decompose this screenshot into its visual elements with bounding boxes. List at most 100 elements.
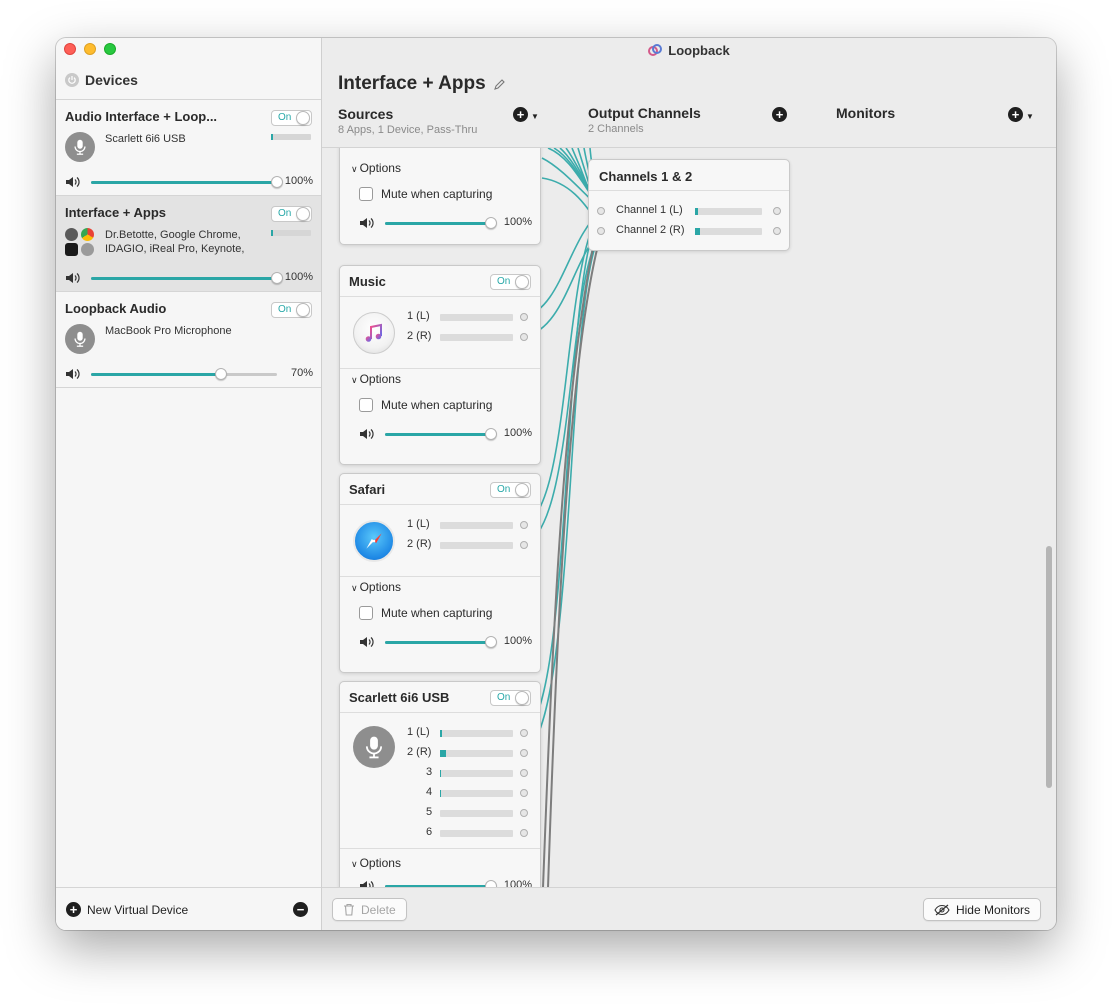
pencil-icon[interactable] — [493, 78, 506, 90]
chevron-down-icon[interactable]: ▼ — [1026, 112, 1034, 121]
volume-slider-knob[interactable] — [215, 368, 228, 380]
options-disclosure[interactable]: ∨ Options — [351, 161, 401, 175]
channel-label: 4 — [426, 786, 433, 798]
channel-row: 2 (R) — [400, 538, 530, 552]
zoom-window-button[interactable] — [104, 43, 116, 55]
volume-slider-knob[interactable] — [485, 880, 497, 887]
delete-label: Delete — [361, 902, 396, 917]
channel-output-port[interactable] — [520, 749, 528, 757]
channel-output-port[interactable] — [520, 729, 528, 737]
channel-output-port[interactable] — [520, 789, 528, 797]
microphone-icon — [353, 726, 395, 768]
channel-input-port[interactable] — [597, 227, 605, 235]
channel-row: 2 (R) — [400, 330, 530, 344]
volume-percent: 100% — [503, 879, 532, 887]
volume-slider[interactable] — [385, 636, 497, 648]
add-source-button[interactable]: + — [513, 107, 528, 122]
channel-row: 5 — [400, 806, 530, 820]
add-output-channel-button[interactable]: + — [772, 107, 787, 122]
toggle-knob — [296, 303, 310, 317]
volume-row: 100% — [65, 174, 313, 190]
divider — [340, 712, 540, 713]
options-disclosure[interactable]: ∨ Options — [351, 372, 401, 386]
options-disclosure[interactable]: ∨ Options — [351, 856, 401, 870]
hide-monitors-button[interactable]: Hide Monitors — [922, 898, 1041, 921]
volume-slider[interactable] — [385, 217, 497, 229]
channel-level-bar — [440, 830, 513, 837]
sidebar: Devices Audio Interface + Loop... On Sca… — [56, 38, 322, 930]
channel-level-bar — [440, 790, 513, 797]
divider — [340, 576, 540, 577]
sidebar-footer: + New Virtual Device − — [56, 887, 321, 930]
chevron-down-icon[interactable]: ▼ — [531, 112, 539, 121]
minimize-window-button[interactable] — [84, 43, 96, 55]
microphone-icon — [65, 132, 95, 162]
mute-when-capturing-row[interactable]: Mute when capturing — [359, 187, 492, 201]
channel-level-bar — [440, 750, 513, 757]
toggle-label: On — [278, 304, 292, 315]
volume-slider[interactable] — [91, 272, 283, 284]
volume-slider[interactable] — [91, 368, 277, 380]
source-toggle[interactable]: On — [490, 274, 531, 290]
delete-button[interactable]: Delete — [332, 898, 407, 921]
mute-checkbox[interactable] — [359, 187, 373, 201]
source-toggle[interactable]: On — [490, 690, 531, 706]
channel-level-bar — [695, 208, 762, 215]
channel-output-port[interactable] — [520, 521, 528, 529]
volume-slider[interactable] — [385, 428, 497, 440]
volume-slider-knob[interactable] — [271, 176, 283, 188]
channel-output-port[interactable] — [520, 313, 528, 321]
volume-slider-fill — [91, 181, 277, 184]
volume-slider-fill — [385, 433, 491, 436]
channel-output-port[interactable] — [520, 333, 528, 341]
mute-when-capturing-row[interactable]: Mute when capturing — [359, 606, 492, 620]
volume-slider-knob[interactable] — [485, 636, 497, 648]
channel-label: 1 (L) — [407, 518, 430, 530]
close-window-button[interactable] — [64, 43, 76, 55]
remove-device-button[interactable]: − — [293, 902, 308, 917]
volume-slider[interactable] — [91, 176, 283, 188]
add-monitor-button[interactable]: + — [1008, 107, 1023, 122]
divider — [340, 848, 540, 849]
channel-output-port[interactable] — [520, 769, 528, 777]
vertical-scrollbar[interactable] — [1046, 546, 1052, 788]
betotte-app-icon — [65, 228, 78, 241]
level-meter — [271, 134, 311, 140]
volume-percent: 100% — [284, 175, 313, 187]
channel-input-port[interactable] — [597, 207, 605, 215]
device-toggle[interactable]: On — [271, 110, 312, 126]
device-item-loopback-audio[interactable]: Loopback Audio On MacBook Pro Microphone… — [56, 292, 321, 388]
mute-when-capturing-row[interactable]: Mute when capturing — [359, 398, 492, 412]
output-channel-row: Channel 2 (R) — [597, 224, 781, 238]
volume-slider-knob[interactable] — [485, 217, 497, 229]
devices-header: Devices — [65, 72, 138, 88]
channel-level-bar — [440, 334, 513, 341]
device-toggle[interactable]: On — [271, 302, 312, 318]
channel-output-port[interactable] — [773, 227, 781, 235]
mute-checkbox[interactable] — [359, 606, 373, 620]
channel-output-port[interactable] — [520, 829, 528, 837]
volume-slider-knob[interactable] — [485, 428, 497, 440]
device-subtitle: Scarlett 6i6 USB — [105, 133, 186, 145]
bottom-toolbar: Delete Hide Monitors — [322, 887, 1056, 930]
channel-output-port[interactable] — [520, 809, 528, 817]
volume-slider-fill — [91, 277, 277, 280]
channel-row: 6 — [400, 826, 530, 840]
mute-checkbox[interactable] — [359, 398, 373, 412]
device-item-audio-interface-loopback[interactable]: Audio Interface + Loop... On Scarlett 6i… — [56, 100, 321, 196]
device-item-interface-apps[interactable]: Interface + Apps On Dr.Betotte, Google C… — [56, 196, 321, 292]
channel-row: 3 — [400, 766, 530, 780]
channel-output-port[interactable] — [520, 541, 528, 549]
channel-row: 2 (R) — [400, 746, 530, 760]
volume-slider-knob[interactable] — [271, 272, 283, 284]
new-virtual-device-button[interactable]: + New Virtual Device — [66, 902, 188, 917]
plus-circle-icon: + — [66, 902, 81, 917]
sources-heading: Sources — [338, 106, 394, 122]
source-name: Music — [349, 274, 386, 289]
channel-output-port[interactable] — [773, 207, 781, 215]
channel-level-fill — [695, 208, 698, 215]
channel-level-fill — [440, 750, 446, 757]
device-toggle[interactable]: On — [271, 206, 312, 222]
options-disclosure[interactable]: ∨ Options — [351, 580, 401, 594]
source-toggle[interactable]: On — [490, 482, 531, 498]
